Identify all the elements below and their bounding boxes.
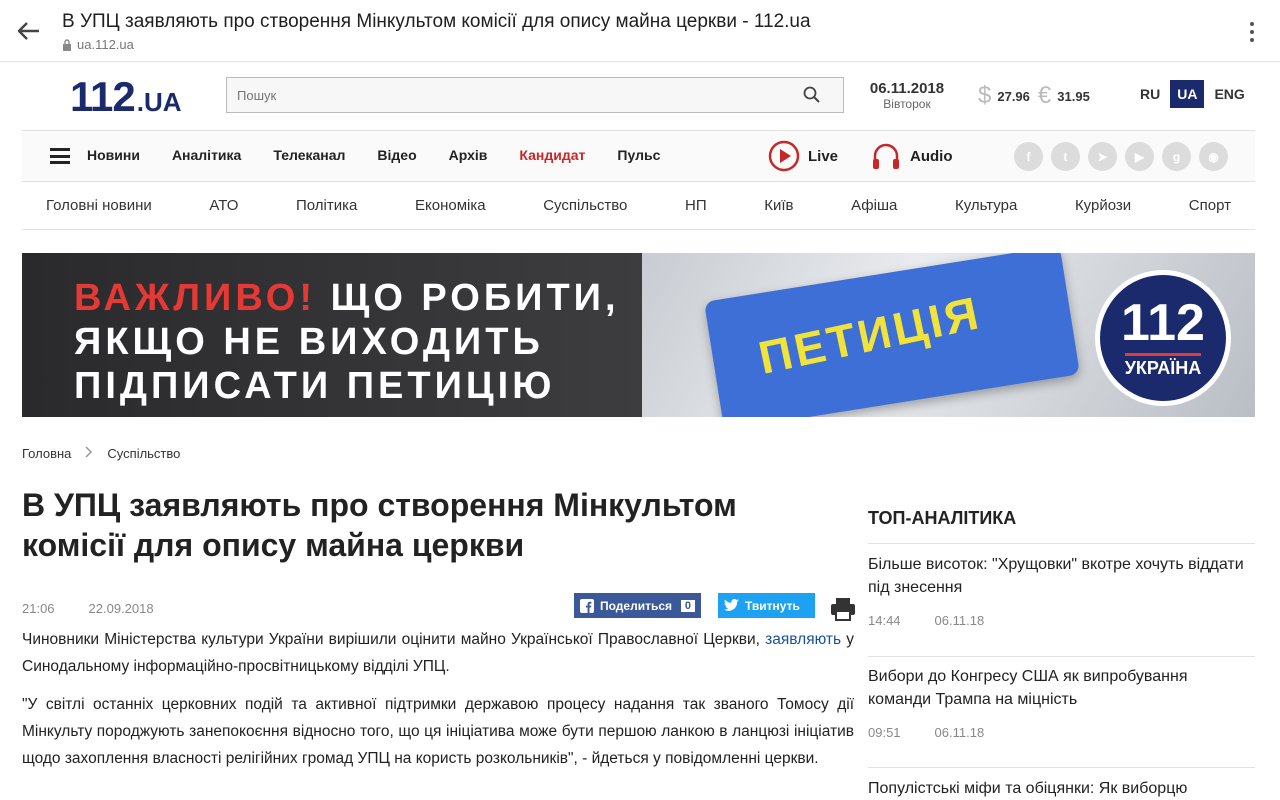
logo-suffix: .UA [136, 87, 182, 117]
hamburger-menu-icon[interactable] [50, 148, 70, 164]
browser-toolbar: В УПЦ заявляють про створення Мінкультом… [0, 0, 1280, 62]
sidebar-article[interactable]: Популістські міфи та обіцянки: Як виборц… [868, 777, 1248, 800]
language-switcher: RU UA ENG [1140, 80, 1245, 108]
facebook-share-button[interactable]: Поделиться 0 [574, 593, 701, 618]
twitter-share-label: Твитнуть [745, 598, 800, 613]
sidebar-article-title[interactable]: Більше висоток: "Хрущовки" вкотре хочуть… [868, 553, 1248, 599]
article-meta: 21:06 22.09.2018 [22, 601, 154, 616]
nav-item-tv[interactable]: Телеканал [273, 147, 345, 163]
back-arrow-icon[interactable] [16, 18, 42, 44]
source-link[interactable]: заявляють [765, 631, 841, 648]
category-kyiv[interactable]: Київ [764, 197, 793, 214]
site-logo[interactable]: 112 .UA [70, 73, 182, 121]
nav-item-analytics[interactable]: Аналітика [172, 147, 241, 163]
divider [868, 656, 1255, 657]
twitter-share-button[interactable]: Твитнуть [718, 593, 815, 618]
category-sport[interactable]: Спорт [1189, 197, 1231, 214]
channel-logo-badge: 112 УКРАЇНА [1095, 270, 1231, 406]
breadcrumb-home[interactable]: Головна [22, 446, 71, 461]
sidebar-article[interactable]: Вибори до Конгресу США як випробування к… [868, 665, 1248, 740]
lang-eng[interactable]: ENG [1214, 86, 1244, 102]
youtube-icon[interactable]: ▶ [1125, 142, 1154, 171]
category-accidents[interactable]: НП [685, 197, 707, 214]
nav-item-archive[interactable]: Архів [449, 147, 488, 163]
category-ato[interactable]: АТО [209, 197, 238, 214]
sidebar-article-time: 14:44 [868, 613, 901, 628]
lock-icon [63, 38, 71, 51]
facebook-icon [580, 598, 594, 613]
breadcrumb: Головна Суспільство [22, 446, 180, 461]
social-links: f t ➤ ▶ g ◉ [1014, 142, 1228, 171]
main-nav: Новини Аналітика Телеканал Відео Архів К… [22, 130, 1255, 182]
category-nav: Головні новини АТО Політика Економіка Су… [22, 182, 1255, 230]
live-label: Live [808, 147, 839, 165]
audio-label: Audio [910, 147, 953, 165]
article-paragraph: "У світлі останніх церковних подій та ак… [22, 696, 854, 767]
logo-number: 112 [70, 73, 136, 120]
chevron-right-icon [85, 446, 93, 461]
audio-button[interactable]: Audio [870, 140, 953, 172]
article-time: 21:06 [22, 601, 55, 616]
search-icon[interactable] [803, 86, 821, 109]
article-title: В УПЦ заявляють про створення Мінкультом… [22, 487, 737, 563]
lang-ua[interactable]: UA [1170, 80, 1205, 108]
headphones-icon [873, 143, 899, 169]
sidebar-article-date: 06.11.18 [934, 725, 985, 740]
search-box [226, 77, 844, 113]
sidebar-article-date: 06.11.18 [934, 613, 985, 628]
banner-line-1: ВАЖЛИВО! ЩО РОБИТИ, [74, 277, 620, 319]
sidebar-article-time: 09:51 [868, 725, 901, 740]
search-input[interactable] [227, 78, 787, 112]
petition-banner[interactable]: ПЕТИЦІЯ ВАЖЛИВО! ЩО РОБИТИ, ЯКЩО НЕ ВИХО… [22, 253, 1255, 417]
play-circle-icon [768, 140, 800, 172]
google-plus-icon[interactable]: g [1162, 142, 1191, 171]
category-culture[interactable]: Культура [955, 197, 1017, 214]
rss-icon[interactable]: ◉ [1199, 142, 1228, 171]
facebook-share-count: 0 [680, 599, 695, 612]
twitter-bird-icon [724, 599, 739, 611]
banner-line-3: ПІДПИСАТИ ПЕТИЦІЮ [74, 365, 556, 407]
breadcrumb-society[interactable]: Суспільство [107, 446, 180, 461]
printer-icon[interactable] [830, 597, 856, 626]
facebook-share-label: Поделиться [600, 598, 673, 613]
article-body: Чиновники Міністерства культури України … [22, 626, 854, 783]
lang-ru[interactable]: RU [1140, 86, 1160, 102]
euro-icon: € [1037, 82, 1052, 109]
category-society[interactable]: Суспільство [543, 197, 627, 214]
live-button[interactable]: Live [768, 140, 838, 172]
sidebar-article[interactable]: Більше висоток: "Хрущовки" вкотре хочуть… [868, 553, 1248, 628]
url-bar[interactable]: ua.112.ua [62, 37, 134, 52]
sidebar-article-title[interactable]: Популістські міфи та обіцянки: Як виборц… [868, 777, 1248, 800]
usd-rate: 27.96 [997, 88, 1030, 104]
twitter-icon[interactable]: t [1051, 142, 1080, 171]
eur-rate: 31.95 [1057, 88, 1090, 104]
exchange-rates: $ 27.96 € 31.95 [978, 82, 1098, 110]
divider [868, 767, 1255, 768]
article-paragraph: Чиновники Міністерства культури України … [22, 631, 854, 675]
category-politics[interactable]: Політика [296, 197, 357, 214]
divider [868, 543, 1255, 544]
category-events[interactable]: Афіша [851, 197, 897, 214]
current-date: 06.11.2018 Вівторок [866, 80, 948, 111]
article-date: 22.09.2018 [88, 601, 154, 616]
weekday: Вівторок [883, 97, 931, 111]
page-tab-title: В УПЦ заявляють про створення Мінкультом… [62, 11, 811, 32]
date-value: 06.11.2018 [869, 80, 945, 97]
url-text: ua.112.ua [77, 37, 134, 52]
sidebar-title: ТОП-АНАЛІТИКА [868, 508, 1017, 528]
nav-item-pulse[interactable]: Пульс [617, 147, 660, 163]
dollar-icon: $ [978, 82, 992, 109]
category-economy[interactable]: Економіка [415, 197, 486, 214]
banner-line-2: ЯКЩО НЕ ВИХОДИТЬ [74, 321, 544, 363]
nav-item-video[interactable]: Відео [377, 147, 416, 163]
facebook-icon[interactable]: f [1014, 142, 1043, 171]
nav-item-candidate[interactable]: Кандидат [519, 147, 585, 163]
more-menu-icon[interactable] [1246, 20, 1258, 44]
category-curious[interactable]: Курйози [1075, 197, 1131, 214]
sidebar-article-title[interactable]: Вибори до Конгресу США як випробування к… [868, 665, 1248, 711]
telegram-icon[interactable]: ➤ [1088, 142, 1117, 171]
nav-item-news[interactable]: Новини [87, 147, 140, 163]
category-main-news[interactable]: Головні новини [46, 197, 152, 214]
